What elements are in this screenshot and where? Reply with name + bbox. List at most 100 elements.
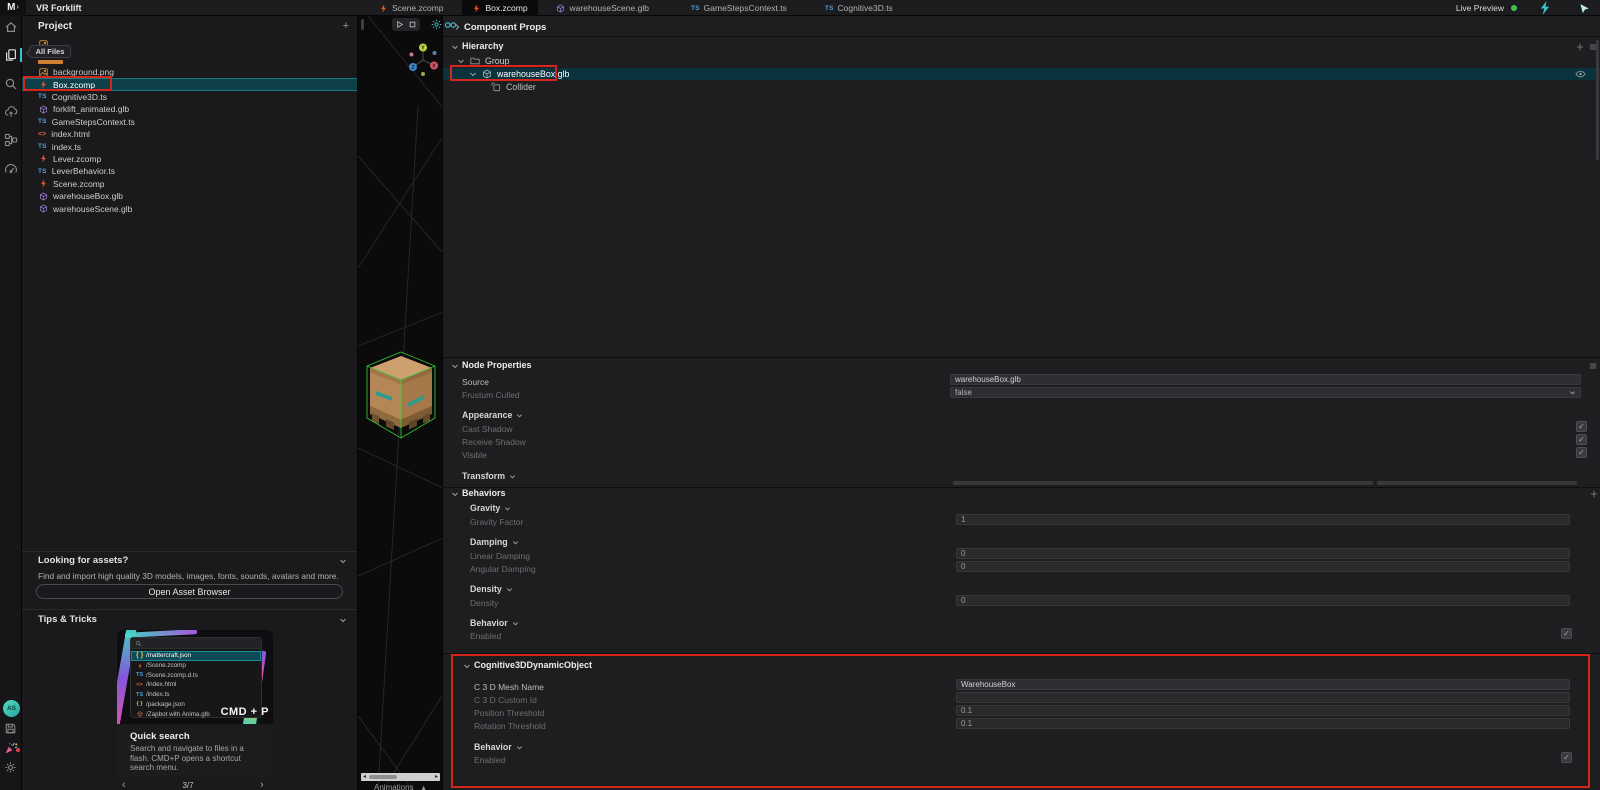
panel-resize-handle[interactable] [361, 19, 364, 30]
mattercraft-logo-icon[interactable]: M› [0, 0, 26, 16]
project-title: VR Forklift [36, 3, 82, 13]
file-row[interactable]: warehouseScene.glb [22, 202, 357, 214]
animations-bar[interactable]: Animations ▴ [374, 783, 426, 790]
behavior-enabled-checkbox[interactable] [1561, 628, 1572, 639]
scrollbar-thumb[interactable] [369, 775, 397, 779]
file-row-selected[interactable]: Box.zcomp [22, 78, 357, 90]
file-row[interactable]: warehouseBox.glb [22, 190, 357, 202]
tab-gamestepscontext-ts[interactable]: TS GameStepsContext.ts [681, 0, 797, 16]
preview-controls [392, 18, 420, 31]
performance-icon[interactable] [4, 162, 18, 176]
c3d-custom-id-input[interactable] [956, 692, 1570, 703]
tips-card[interactable]: { } /mattercraft.json /Scene.zcomp TS /S… [117, 630, 273, 778]
ts-icon: TS [136, 692, 143, 698]
save-icon[interactable] [4, 722, 17, 735]
tab-cognitive3d-ts[interactable]: TS Cognitive3D.ts [815, 0, 903, 16]
file-row[interactable]: TS index.ts [22, 140, 357, 152]
file-row[interactable]: background.png [22, 66, 357, 78]
position-threshold-input[interactable] [956, 705, 1570, 716]
angular-damping-input[interactable] [956, 561, 1570, 572]
tab-scene-zcomp[interactable]: Scene.zcomp [368, 0, 454, 16]
states-sun-icon[interactable] [431, 19, 442, 30]
chevron-down-icon[interactable] [451, 490, 459, 498]
next-tip-button[interactable]: › [260, 779, 264, 790]
hierarchy-row-collider[interactable]: Collider [443, 81, 1600, 94]
tip-card-description: Search and navigate to files in a flash.… [130, 744, 262, 773]
density-label: Density [470, 598, 498, 608]
pointer-tool-icon[interactable] [1579, 3, 1590, 14]
rotation-threshold-input[interactable] [956, 718, 1570, 729]
avatar[interactable]: AS [3, 700, 20, 717]
receive-shadow-checkbox[interactable] [1576, 434, 1587, 445]
file-row[interactable]: <> index.html [22, 128, 357, 140]
chevron-down-icon[interactable] [451, 43, 459, 51]
settings-icon[interactable] [4, 761, 17, 774]
source-input[interactable] [950, 374, 1581, 385]
viewport-3d[interactable]: Y Z X [358, 16, 443, 790]
cast-shadow-checkbox[interactable] [1576, 421, 1587, 432]
hierarchy-row-warehousebox[interactable]: warehouseBox.glb [443, 68, 1600, 81]
tab-box-zcomp[interactable]: Box.zcomp [462, 0, 538, 16]
density-input[interactable] [956, 595, 1570, 606]
node-properties-menu-icon[interactable] [1589, 362, 1597, 370]
chevron-down-icon[interactable] [339, 557, 347, 565]
file-row[interactable]: Lever.zcomp [22, 153, 357, 165]
axis-gizmo[interactable]: Y Z X [408, 42, 438, 78]
file-row[interactable]: forklift_animated.glb [22, 103, 357, 115]
inspector-scrollbar[interactable] [1596, 40, 1599, 160]
tab-warehousescene-glb[interactable]: warehouseScene.glb [546, 0, 659, 16]
c3d-custom-id-label: C 3 D Custom Id [474, 695, 537, 705]
appearance-section-header[interactable]: Appearance [462, 410, 523, 420]
expand-up-icon[interactable]: ▴ [422, 783, 426, 790]
chevron-down-icon[interactable] [469, 70, 477, 78]
chevron-down-icon[interactable] [339, 616, 347, 624]
file-row[interactable]: TS GameStepsContext.ts [22, 116, 357, 128]
search-icon[interactable] [4, 77, 18, 91]
home-icon[interactable] [4, 20, 18, 34]
chevron-down-icon[interactable] [463, 662, 471, 670]
divider [22, 551, 357, 552]
mini-file-row: TS /Scene.zcomp.d.ts [131, 670, 261, 680]
file-row[interactable]: TS LeverBehavior.ts [22, 165, 357, 177]
loop-infinity-icon[interactable] [444, 21, 457, 29]
visibility-eye-icon[interactable] [1575, 70, 1586, 78]
scroll-left-icon[interactable]: ◂ [363, 774, 366, 780]
density-section-header[interactable]: Density [470, 584, 513, 594]
c3d-mesh-name-input[interactable] [956, 679, 1570, 690]
linear-damping-input[interactable] [956, 548, 1570, 559]
add-node-icon[interactable] [1576, 43, 1584, 51]
behavior-section-header[interactable]: Behavior [470, 618, 519, 628]
scroll-right-icon[interactable]: ▸ [435, 774, 438, 780]
cognitive-enabled-checkbox[interactable] [1561, 752, 1572, 763]
transform-section-header[interactable]: Transform [462, 471, 516, 481]
chevron-down-icon[interactable] [451, 362, 459, 370]
project-files-icon[interactable] [4, 48, 18, 62]
visible-checkbox[interactable] [1576, 447, 1587, 458]
cloud-assets-icon[interactable] [4, 105, 18, 119]
play-icon[interactable] [395, 20, 404, 29]
cognitive-behavior-section-header[interactable]: Behavior [474, 742, 523, 752]
gravity-section-header[interactable]: Gravity [470, 503, 511, 513]
zcomp-icon [472, 3, 482, 13]
ts-icon: TS [825, 5, 834, 12]
add-file-button[interactable]: + [343, 20, 349, 32]
file-row-obscured[interactable] [22, 38, 357, 50]
glb-icon [556, 3, 566, 13]
stop-icon[interactable] [408, 20, 417, 29]
angular-damping-label: Angular Damping [470, 564, 536, 574]
open-asset-browser-button[interactable]: Open Asset Browser [36, 584, 343, 599]
zappar-zap-icon[interactable] [1539, 1, 1551, 15]
chevron-down-icon[interactable] [457, 57, 465, 65]
file-row[interactable]: Scene.zcomp [22, 178, 357, 190]
prev-tip-button[interactable]: ‹ [122, 779, 126, 790]
frustum-culled-select[interactable]: false [950, 387, 1581, 398]
editor-tab-bar: Scene.zcomp Box.zcomp warehouseScene.glb… [368, 0, 903, 16]
damping-section-header[interactable]: Damping [470, 537, 519, 547]
node-graph-icon[interactable] [4, 133, 18, 147]
hierarchy-row-group[interactable]: Group [443, 55, 1600, 68]
gravity-factor-input[interactable] [956, 514, 1570, 525]
add-behavior-icon[interactable] [1590, 490, 1598, 498]
file-row[interactable]: TS Cognitive3D.ts [22, 91, 357, 103]
viewport-horizontal-scrollbar[interactable]: ◂ ▸ [361, 773, 440, 781]
file-row-obscured[interactable] [38, 60, 63, 64]
